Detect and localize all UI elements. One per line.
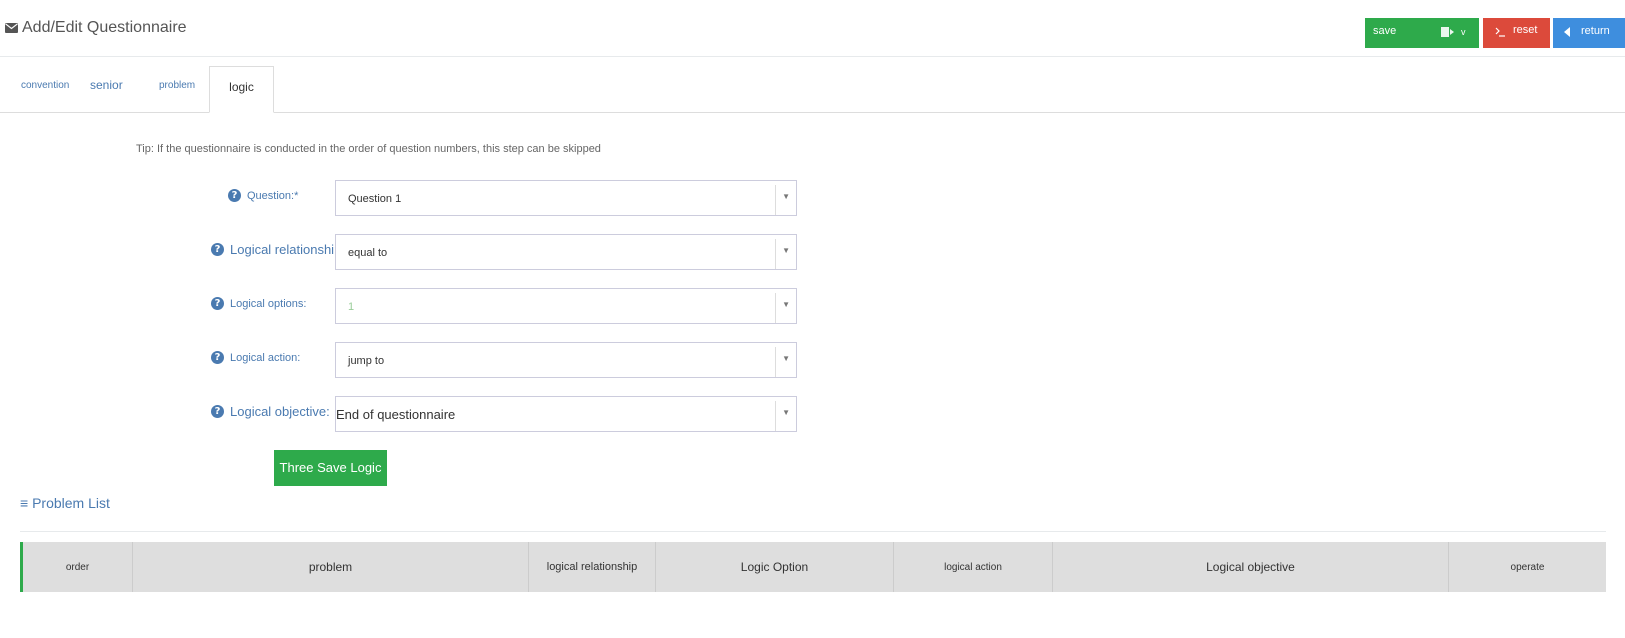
objective-label-text: Logical objective:	[230, 404, 330, 419]
problem-table-header: order problem logical relationship Logic…	[20, 542, 1606, 592]
return-button[interactable]: return	[1553, 18, 1625, 48]
help-icon[interactable]: ?	[228, 189, 241, 202]
problem-list-title: ≡ Problem List	[20, 495, 110, 511]
relationship-label-text: Logical relationship:	[230, 242, 345, 257]
save-dropdown-label: v	[1461, 27, 1466, 37]
column-header-order[interactable]: order	[23, 542, 133, 592]
question-label-text: Question:*	[247, 189, 299, 202]
options-select-value: 1	[348, 301, 355, 313]
tab-senior[interactable]: senior	[90, 78, 123, 92]
action-select-value: jump to	[348, 355, 385, 367]
select-divider	[775, 239, 776, 269]
problem-list-title-text: Problem List	[32, 495, 110, 511]
select-divider	[775, 293, 776, 323]
save-button-label: save	[1373, 25, 1397, 37]
select-divider	[775, 347, 776, 377]
return-button-label: return	[1581, 25, 1610, 37]
help-icon[interactable]: ?	[211, 297, 224, 310]
column-header-problem[interactable]: problem	[133, 542, 529, 592]
column-header-operate[interactable]: operate	[1449, 542, 1606, 592]
tab-problem[interactable]: problem	[159, 80, 195, 91]
dropdown-arrow-icon: ▼	[782, 354, 790, 363]
return-icon	[1564, 27, 1570, 37]
column-header-logical-objective[interactable]: Logical objective	[1053, 542, 1449, 592]
tab-bar: convention senior problem logic	[0, 66, 1625, 113]
action-select[interactable]: jump to ▼	[335, 342, 797, 378]
relationship-select-value: equal to	[348, 247, 388, 259]
dropdown-arrow-icon: ▼	[782, 246, 790, 255]
relationship-label: ? Logical relationship:	[211, 242, 345, 257]
relationship-select[interactable]: equal to ▼	[335, 234, 797, 270]
select-divider	[775, 185, 776, 215]
divider	[20, 531, 1606, 532]
save-button[interactable]: save v	[1365, 18, 1479, 48]
column-header-logical-relationship[interactable]: logical relationship	[529, 542, 656, 592]
page-title-text: Add/Edit Questionnaire	[22, 19, 187, 36]
objective-select[interactable]: End of questionnaire ▼	[335, 396, 797, 432]
column-header-logical-action[interactable]: logical action	[894, 542, 1053, 592]
objective-select-value: End of questionnaire	[336, 407, 456, 422]
tab-convention[interactable]: convention	[21, 80, 69, 91]
options-select[interactable]: 1 ▼	[335, 288, 797, 324]
dropdown-arrow-icon: ▼	[782, 408, 790, 417]
action-label-text: Logical action:	[230, 351, 301, 364]
objective-label: ? Logical objective:	[211, 404, 330, 419]
dropdown-arrow-icon: ▼	[782, 192, 790, 201]
help-icon[interactable]: ?	[211, 351, 224, 364]
export-icon	[1441, 27, 1454, 37]
question-label: ? Question:*	[228, 189, 298, 202]
dropdown-arrow-icon: ▼	[782, 300, 790, 309]
reset-button-label: reset	[1513, 24, 1538, 36]
reset-icon	[1495, 27, 1505, 37]
page-title: Add/Edit Questionnaire	[5, 19, 187, 37]
column-header-logic-option[interactable]: Logic Option	[656, 542, 894, 592]
options-label-text: Logical options:	[230, 297, 307, 310]
reset-button[interactable]: reset	[1483, 18, 1550, 48]
question-select-value: Question 1	[348, 193, 402, 205]
tip-text: Tip: If the questionnaire is conducted i…	[136, 143, 601, 155]
list-icon: ≡	[20, 495, 29, 511]
options-label: ? Logical options:	[211, 297, 306, 310]
question-select[interactable]: Question 1 ▼	[335, 180, 797, 216]
tab-logic[interactable]: logic	[209, 66, 274, 113]
envelope-icon	[5, 23, 18, 33]
save-logic-button[interactable]: Three Save Logic	[274, 450, 387, 486]
help-icon[interactable]: ?	[211, 243, 224, 256]
help-icon[interactable]: ?	[211, 405, 224, 418]
action-label: ? Logical action:	[211, 351, 300, 364]
select-divider	[775, 401, 776, 431]
